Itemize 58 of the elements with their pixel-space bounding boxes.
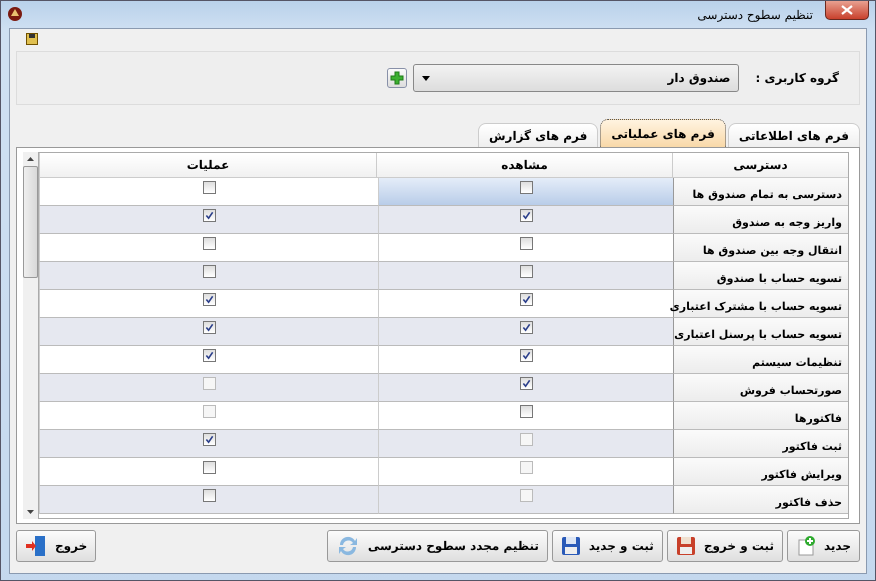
table-cell: انتقال وجه بین صندوق ها — [673, 234, 848, 262]
app-icon — [7, 6, 23, 22]
action-button[interactable]: خروج — [16, 530, 96, 562]
checkbox[interactable] — [202, 181, 216, 194]
column-header: دسترسی — [672, 153, 848, 178]
checkbox[interactable] — [520, 377, 532, 390]
add-button[interactable] — [387, 68, 408, 88]
action-button[interactable]: جدید — [786, 530, 860, 562]
table-cell: حذف فاکتور — [673, 486, 848, 514]
checkbox[interactable] — [202, 265, 216, 278]
checkbox[interactable] — [520, 321, 532, 334]
checkbox[interactable] — [520, 265, 532, 278]
table-cell: تسویه حساب با پرسنل اعتباری — [673, 318, 848, 346]
checkbox[interactable] — [202, 433, 216, 446]
table-cell: تسویه حساب با صندوق — [673, 262, 848, 290]
scroll-down-icon[interactable] — [27, 510, 34, 514]
checkbox[interactable] — [520, 237, 532, 250]
caret-icon — [422, 76, 430, 80]
checkbox[interactable] — [202, 321, 216, 334]
scroll-bar[interactable] — [23, 152, 38, 519]
new-document-icon — [796, 536, 816, 556]
scroll-up-icon[interactable] — [27, 157, 34, 161]
checkbox[interactable] — [520, 349, 532, 362]
table-cell: ویرایش فاکتور — [673, 458, 848, 486]
floppy-icon[interactable] — [26, 33, 38, 45]
column-header: مشاهده — [376, 153, 672, 178]
table-cell: دسترسی به تمام صندوق ها — [673, 178, 848, 206]
table-cell: فاکتورها — [673, 402, 848, 430]
checkbox[interactable] — [202, 209, 216, 222]
tab[interactable]: فرم های اطلاعاتی — [728, 123, 860, 147]
checkbox[interactable] — [520, 181, 532, 194]
column-header: عملیات — [39, 153, 376, 178]
action-button[interactable]: ثبت و خروج — [666, 530, 783, 562]
action-button[interactable]: ثبت و جدید — [552, 530, 663, 562]
table-cell: واریز وجه به صندوق — [673, 206, 848, 234]
user-group-label: گروه کاربری : — [755, 71, 839, 85]
checkbox[interactable] — [202, 489, 216, 502]
checkbox[interactable] — [202, 349, 216, 362]
table-cell: ثبت فاکتور — [673, 430, 848, 458]
checkbox[interactable] — [202, 237, 216, 250]
action-button[interactable]: تنظیم مجدد سطوح دسترسی — [326, 530, 548, 562]
user-group-dropdown[interactable]: صندوق دار — [413, 64, 740, 92]
checkbox[interactable] — [202, 293, 216, 306]
checkbox[interactable] — [520, 209, 532, 222]
plus-icon — [390, 71, 404, 85]
tab[interactable]: فرم های گزارش — [478, 123, 598, 147]
window-title: تنظیم سطوح دسترسی — [697, 8, 813, 22]
checkbox[interactable] — [520, 405, 532, 418]
checkbox[interactable] — [520, 293, 532, 306]
checkbox[interactable] — [202, 461, 216, 474]
table-cell: صورتحساب فروش — [673, 374, 848, 402]
floppy-icon — [560, 536, 581, 556]
tab[interactable]: فرم های عملیاتی — [600, 119, 726, 147]
close-icon — [841, 5, 853, 15]
floppy-icon — [676, 536, 696, 556]
table-cell: تنظیمات سیستم — [673, 346, 848, 374]
close-button[interactable] — [825, 1, 869, 20]
exit-door-icon — [25, 535, 47, 557]
